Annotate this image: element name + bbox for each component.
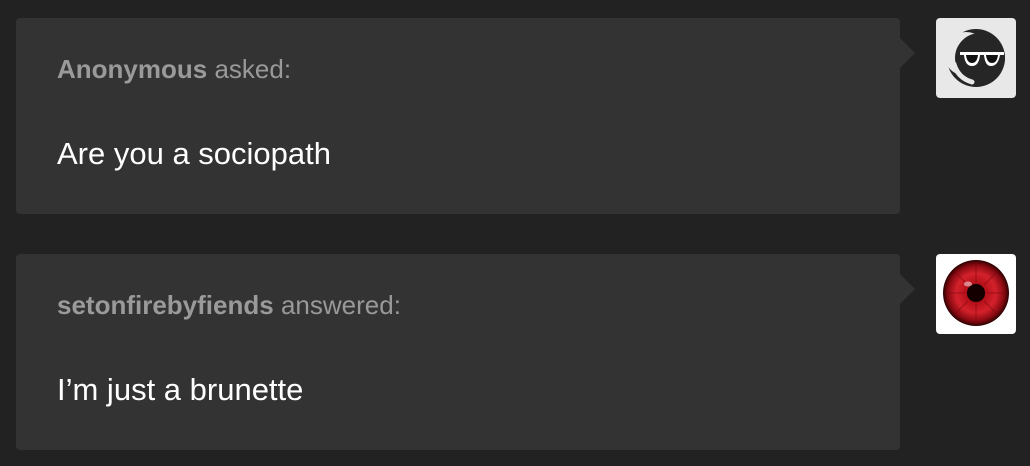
answer-bubble: setonfirebyfiends answered: I’m just a b… xyxy=(16,254,915,450)
question-text: Are you a sociopath xyxy=(57,136,332,171)
answer-header: setonfirebyfiends answered: xyxy=(57,290,401,321)
asked-label: asked: xyxy=(214,54,292,84)
answered-label: answered: xyxy=(280,290,401,320)
answerer-username[interactable]: setonfirebyfiends xyxy=(57,290,274,320)
question-header: Anonymous asked: xyxy=(57,54,291,85)
answer-text: I’m just a brunette xyxy=(57,372,304,407)
anonymous-avatar[interactable] xyxy=(936,18,1016,98)
anonymous-sunglasses-icon xyxy=(944,29,1005,87)
asker-username[interactable]: Anonymous xyxy=(57,54,207,84)
setonfirebyfiends-avatar[interactable] xyxy=(936,254,1016,334)
question-bubble: Anonymous asked: Are you a sociopath xyxy=(16,18,915,214)
red-eye-iris-icon xyxy=(943,260,1009,326)
